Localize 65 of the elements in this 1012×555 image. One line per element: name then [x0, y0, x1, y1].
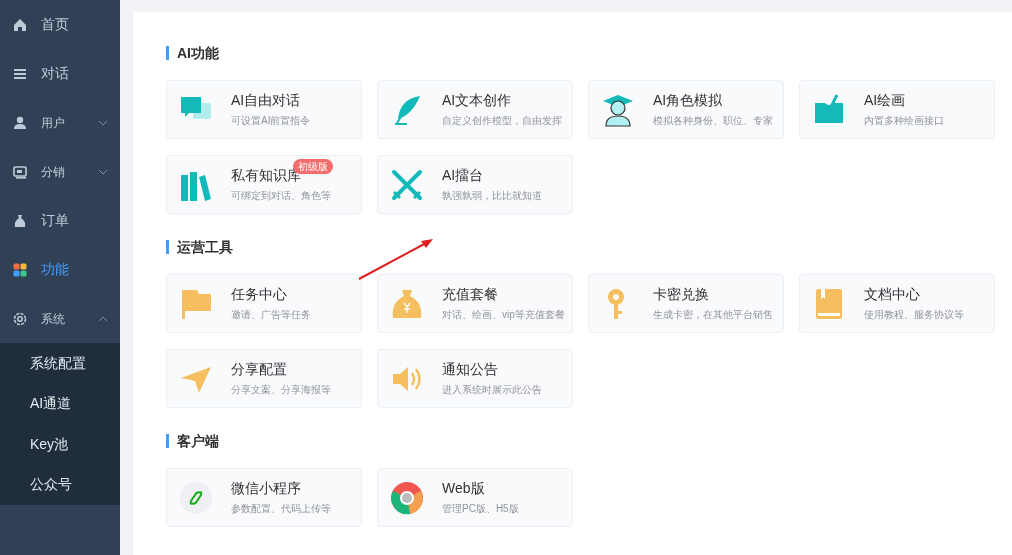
card-description: 模拟各种身份、职位、专家 [653, 114, 773, 128]
sidebar-item[interactable]: 用户 [0, 98, 120, 147]
chevron-icon [98, 315, 108, 322]
feature-card[interactable]: Web版 管理PC版、H5版 [377, 468, 573, 527]
card-description: 邀请、广告等任务 [231, 308, 311, 322]
grid-icon [12, 261, 28, 278]
card-description: 管理PC版、H5版 [442, 502, 519, 516]
card-description: 参数配置、代码上传等 [231, 502, 331, 516]
card-title: 通知公告 [442, 360, 498, 378]
feature-card[interactable]: AI自由对话 可设置AI前置指令 [166, 80, 362, 139]
graduate-icon [601, 92, 635, 127]
card-description: 自定义创作模型，自由发挥 [442, 114, 562, 128]
crossed-swords-icon [390, 167, 424, 202]
sidebar-item[interactable]: 对话 [0, 49, 120, 98]
home-icon [12, 16, 28, 33]
card-description: 使用教程、服务协议等 [864, 308, 964, 322]
sidebar-item[interactable]: 系统 [0, 294, 120, 343]
submenu-item[interactable]: 公众号 [0, 464, 120, 505]
card-title: 分享配置 [231, 360, 287, 378]
feature-card[interactable]: 卡密兑换 生成卡密，在其他平台销售 [588, 274, 784, 333]
card-title: 充值套餐 [442, 285, 498, 303]
card-title: 文档中心 [864, 285, 920, 303]
card-description: 可设置AI前置指令 [231, 114, 311, 128]
monitor-icon [12, 163, 28, 180]
chevron-icon [98, 168, 108, 175]
card-title: 任务中心 [231, 285, 287, 303]
card-description: 分享文案、分享海报等 [231, 383, 331, 397]
feature-card[interactable]: 文档中心 使用教程、服务协议等 [799, 274, 995, 333]
feature-card[interactable]: 微信小程序 参数配置、代码上传等 [166, 468, 362, 527]
feature-card[interactable]: 任务中心 邀请、广告等任务 [166, 274, 362, 333]
feature-card[interactable]: 分享配置 分享文案、分享海报等 [166, 349, 362, 408]
feature-card[interactable]: 充值套餐 对话、绘画、vip等充值套餐 [377, 274, 573, 333]
chevron-icon [98, 119, 108, 126]
card-title: AI文本创作 [442, 91, 512, 109]
gear-icon [12, 310, 28, 327]
card-title: AI自由对话 [231, 91, 301, 109]
submenu-item[interactable]: Key池 [0, 424, 120, 465]
feature-card[interactable]: AI文本创作 自定义创作模型，自由发挥 [377, 80, 573, 139]
card-description: 内置多种绘画接口 [864, 114, 944, 128]
card-title: 微信小程序 [231, 479, 301, 497]
money-bag-icon [12, 212, 28, 229]
sidebar-item[interactable]: 分销 [0, 147, 120, 196]
user-icon [12, 114, 28, 131]
card-description: 生成卡密，在其他平台销售 [653, 308, 773, 322]
card-description: 可绑定到对话、角色等 [231, 189, 332, 203]
card-title: AI擂台 [442, 166, 484, 184]
feature-card[interactable]: AI绘画 内置多种绘画接口 [799, 80, 995, 139]
card-title: 卡密兑换 [653, 285, 709, 303]
feature-card[interactable]: AI擂台 孰强孰弱，比比就知道 [377, 155, 573, 214]
submenu-item[interactable]: AI通道 [0, 383, 120, 424]
card-title: Web版 [442, 479, 485, 497]
sidebar-item[interactable]: 功能 [0, 245, 120, 294]
section-title: AI功能 [166, 46, 995, 60]
feature-card[interactable]: 通知公告 进入系统时展示此公告 [377, 349, 573, 408]
submenu-item[interactable]: 系统配置 [0, 343, 120, 384]
browser-logo-icon [390, 480, 424, 515]
card-description: 孰强孰弱，比比就知道 [442, 189, 542, 203]
card-description: 对话、绘画、vip等充值套餐 [442, 308, 565, 322]
feature-card[interactable]: AI角色模拟 模拟各种身份、职位、专家 [588, 80, 784, 139]
card-title: AI绘画 [864, 91, 906, 109]
sidebar-item[interactable]: 订单 [0, 196, 120, 245]
section-title: 客户端 [166, 434, 995, 448]
card-description: 进入系统时展示此公告 [442, 383, 542, 397]
card-title: AI角色模拟 [653, 91, 723, 109]
sidebar-item[interactable]: 首页 [0, 0, 120, 49]
